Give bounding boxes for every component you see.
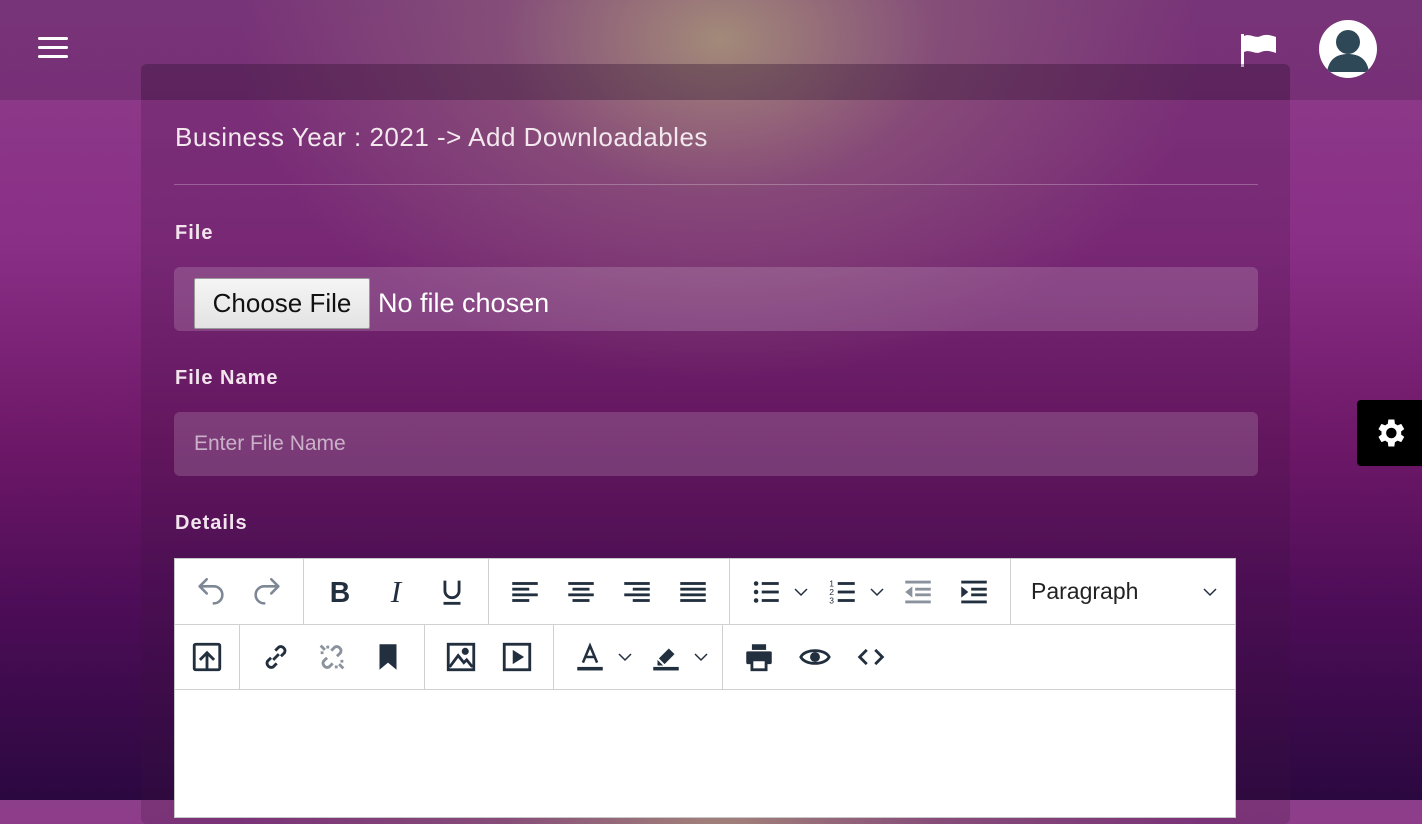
no-file-chosen-text: No file chosen <box>378 288 550 318</box>
text-style-group: B I <box>304 559 489 624</box>
page-title: Business Year : 2021 -> Add Downloadable… <box>175 122 708 152</box>
underline-icon[interactable] <box>424 570 480 614</box>
tools-group <box>723 624 907 689</box>
alignment-group <box>489 559 730 624</box>
editor-toolbar-row-1: B I 1 2 3 Paragraph <box>175 559 1235 625</box>
code-icon[interactable] <box>843 635 899 679</box>
align-right-icon[interactable] <box>609 570 665 614</box>
bookmark-icon[interactable] <box>360 635 416 679</box>
outdent-icon[interactable] <box>890 570 946 614</box>
settings-gear-button[interactable] <box>1357 400 1422 466</box>
align-justify-icon[interactable] <box>665 570 721 614</box>
indent-icon[interactable] <box>946 570 1002 614</box>
editor-toolbar-row-2 <box>175 624 1235 690</box>
media-group <box>425 624 554 689</box>
align-center-icon[interactable] <box>553 570 609 614</box>
numbered-list-icon[interactable]: 123 <box>814 570 870 614</box>
panel-header <box>141 64 1290 100</box>
svg-text:B: B <box>330 576 350 608</box>
gear-icon <box>1377 419 1404 447</box>
details-label: Details <box>175 512 248 534</box>
media-icon[interactable] <box>489 635 545 679</box>
redo-icon[interactable] <box>239 570 295 614</box>
svg-text:3: 3 <box>829 595 834 605</box>
text-color-icon[interactable] <box>562 635 618 679</box>
block-format-select[interactable]: Paragraph <box>1011 559 1217 624</box>
unlink-icon[interactable] <box>304 635 360 679</box>
align-left-icon[interactable] <box>497 570 553 614</box>
user-avatar-icon[interactable] <box>1319 20 1377 78</box>
link-icon[interactable] <box>248 635 304 679</box>
highlight-chevron-down-icon[interactable] <box>688 635 714 679</box>
hamburger-icon[interactable] <box>38 37 68 61</box>
italic-icon[interactable]: I <box>368 570 424 614</box>
link-group <box>240 624 425 689</box>
file-label: File <box>175 222 214 244</box>
bold-icon[interactable]: B <box>312 570 368 614</box>
upload-icon[interactable] <box>179 635 235 679</box>
print-icon[interactable] <box>731 635 787 679</box>
choose-file-button[interactable]: Choose File <box>194 278 370 329</box>
preview-icon[interactable] <box>787 635 843 679</box>
color-group <box>554 624 723 689</box>
image-icon[interactable] <box>433 635 489 679</box>
upload-group <box>175 624 240 689</box>
editor-content-area[interactable] <box>175 690 1235 817</box>
bullet-list-chevron-down-icon[interactable] <box>788 570 814 614</box>
highlight-icon[interactable] <box>638 635 694 679</box>
numbered-list-chevron-down-icon[interactable] <box>864 570 890 614</box>
flag-icon[interactable] <box>1238 32 1278 68</box>
bullet-list-icon[interactable] <box>738 570 794 614</box>
file-name-input[interactable] <box>174 412 1258 476</box>
undo-icon[interactable] <box>183 570 239 614</box>
list-group: 123 <box>730 559 1011 624</box>
chevron-down-icon <box>1201 583 1219 601</box>
svg-text:I: I <box>390 575 403 609</box>
file-name-label: File Name <box>175 367 279 389</box>
title-divider <box>174 184 1258 185</box>
rich-text-editor: B I 1 2 3 Paragraph <box>174 558 1236 818</box>
text-color-chevron-down-icon[interactable] <box>612 635 638 679</box>
block-format-value: Paragraph <box>1031 578 1139 604</box>
history-group <box>175 559 304 624</box>
